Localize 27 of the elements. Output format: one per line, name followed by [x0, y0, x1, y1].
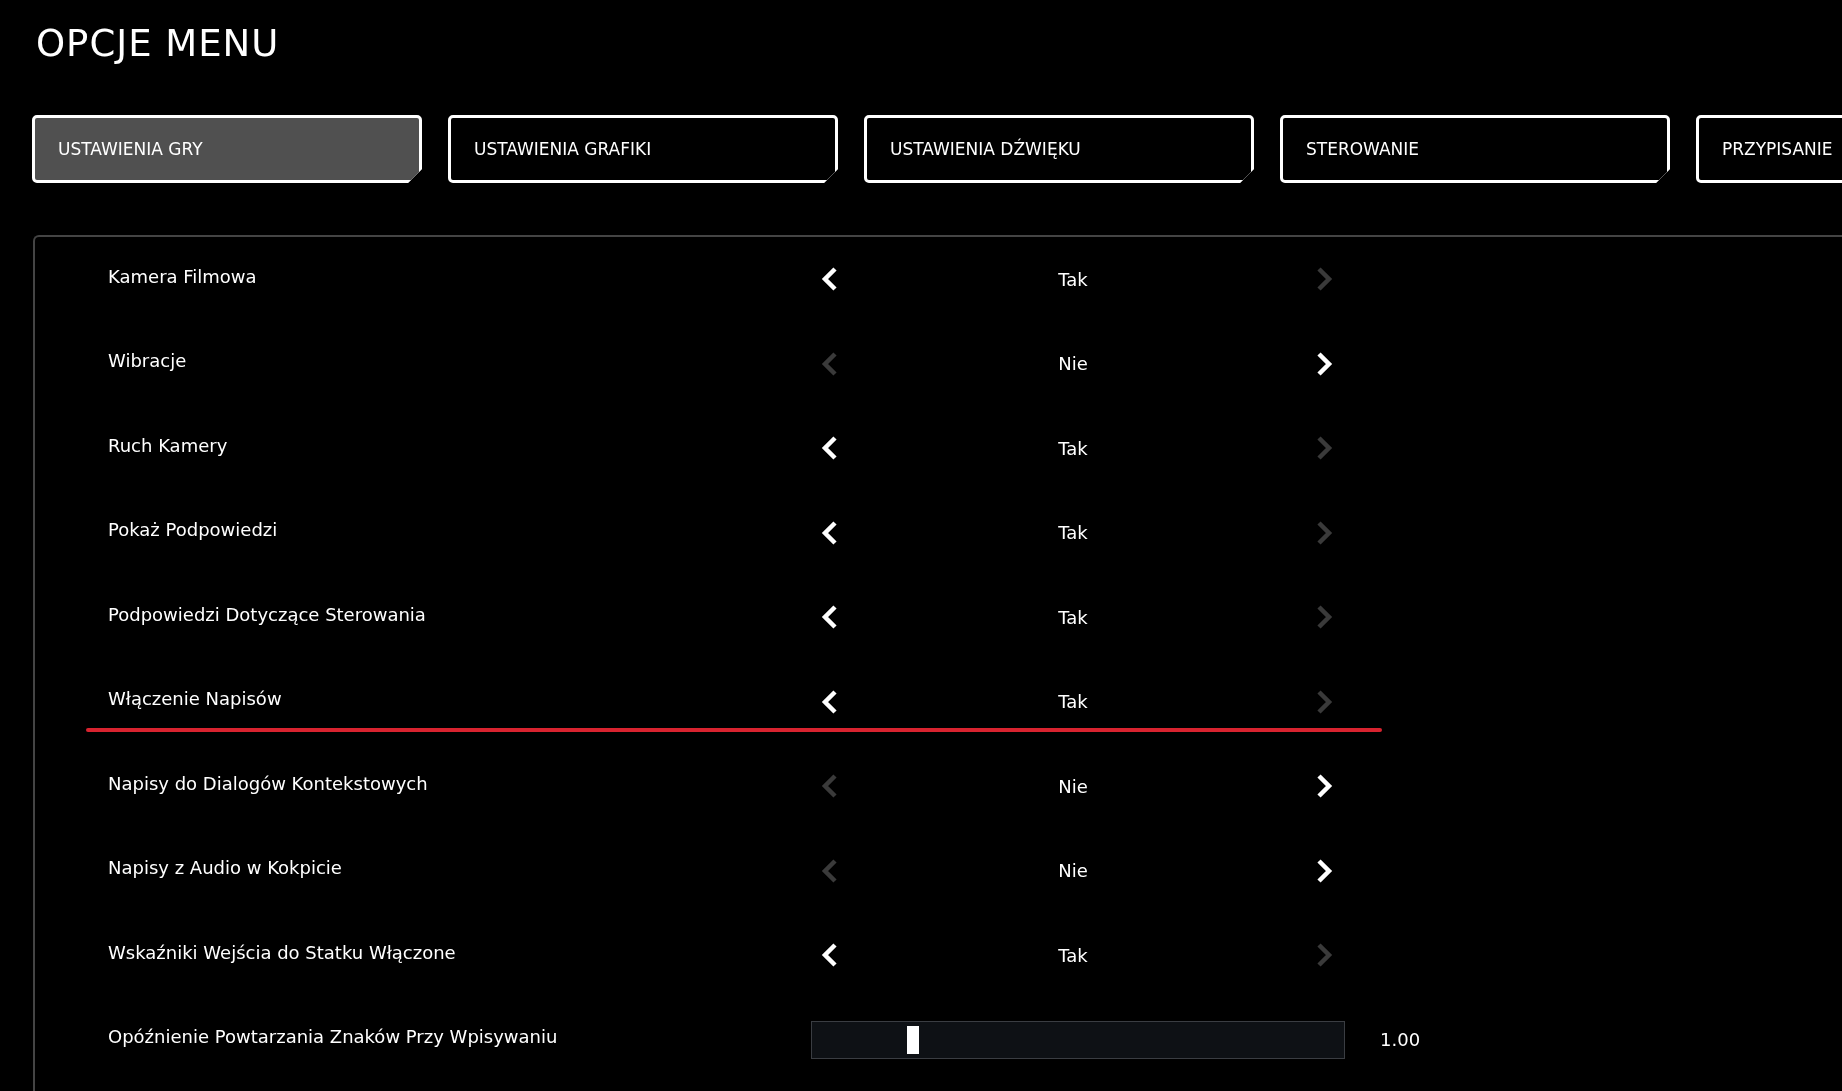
setting-value: Tak	[1057, 691, 1089, 713]
tab[interactable]: USTAWIENIA GRY	[32, 115, 422, 183]
tab[interactable]: USTAWIENIA GRAFIKI	[448, 115, 838, 183]
setting-label: Ruch Kamery	[108, 434, 229, 456]
page-title: OPCJE MENU	[35, 21, 281, 67]
setting-label: Kamera Filmowa	[108, 265, 258, 287]
slider-thumb[interactable]	[907, 1025, 920, 1054]
tab[interactable]: USTAWIENIA DŹWIĘKU	[864, 115, 1254, 183]
setting-value: Tak	[1057, 606, 1089, 628]
setting-value: Nie	[1057, 353, 1089, 375]
setting-label: Napisy z Audio w Kokpicie	[108, 857, 343, 879]
setting-value: Nie	[1057, 860, 1089, 882]
slider-track[interactable]	[811, 1020, 1345, 1059]
setting-value: Tak	[1057, 437, 1089, 459]
tab[interactable]: STEROWANIE	[1280, 115, 1670, 183]
setting-label: Napisy do Dialogów Kontekstowych	[108, 772, 429, 794]
setting-label: Pokaż Podpowiedzi	[108, 519, 279, 541]
setting-label: Podpowiedzi Dotyczące Sterowania	[108, 603, 427, 625]
setting-label: Opóźnienie Powtarzania Znaków Przy Wpisywaniu	[108, 1026, 559, 1048]
slider-value: 1.00	[1380, 1029, 1421, 1051]
setting-label: Wibracje	[108, 350, 188, 372]
setting-value: Tak	[1057, 944, 1089, 966]
setting-value: Tak	[1057, 522, 1089, 544]
setting-label: Włączenie Napisów	[108, 688, 283, 710]
setting-value: Tak	[1057, 268, 1089, 290]
setting-value: Nie	[1057, 775, 1089, 797]
setting-label: Wskaźniki Wejścia do Statku Włączone	[108, 941, 457, 963]
